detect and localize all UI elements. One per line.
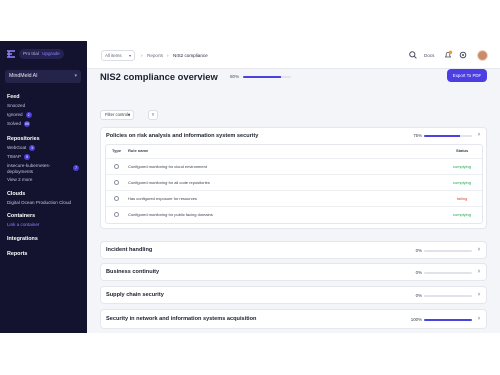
section-card[interactable]: Supply chain security 0% ˅ [100, 286, 487, 304]
col-type: Type [112, 148, 122, 153]
section-progress-bar [424, 250, 472, 252]
breadcrumb-current: NIS2 compliance [173, 53, 208, 58]
count-badge: 5 [24, 154, 31, 160]
status-badge: failing [456, 196, 468, 201]
section-progress-label: 0% [415, 270, 422, 275]
overall-progress-label: 80% [230, 74, 240, 79]
top-bar: All items ▾ › Reports › NIS2 compliance … [87, 41, 500, 69]
search-icon[interactable] [408, 50, 418, 60]
chevron-down-icon[interactable]: ˅ [475, 247, 483, 253]
docs-link[interactable]: Docs [424, 53, 434, 58]
page-title: NIS2 compliance overview [100, 71, 218, 82]
rule-icon [114, 196, 119, 201]
section-progress-label: 100% [410, 317, 422, 322]
bell-icon[interactable] [443, 50, 453, 60]
plan-badge[interactable]: Pro trial Upgrade [19, 49, 64, 59]
chevron-right-icon: › [167, 53, 169, 58]
chevron-down-icon: ▾ [74, 73, 77, 79]
rule-name: Configured monitoring for all code repos… [128, 180, 210, 185]
section-progress-bar [424, 295, 472, 297]
filter-icon[interactable]: ▿ [148, 110, 158, 120]
nav-heading-clouds[interactable]: Clouds [7, 191, 25, 197]
gear-icon[interactable] [458, 50, 468, 60]
nav-item-deployments[interactable]: deployments [7, 169, 33, 174]
rule-name: Configured monitoring for cloud environm… [128, 164, 207, 169]
status-badge: complying [452, 180, 471, 185]
app-window: Pro trial Upgrade MindMeld AI ▾ Feed Sno… [0, 41, 500, 333]
table-row[interactable]: Configured monitoring for all code repos… [106, 174, 482, 190]
count-badge: 2 [25, 112, 32, 118]
sidebar: Pro trial Upgrade MindMeld AI ▾ Feed Sno… [0, 41, 87, 333]
col-rule-name: Rule name [128, 148, 149, 153]
rule-name: Has configured exposure for resources [128, 196, 197, 201]
rule-icon [114, 180, 119, 185]
section-card[interactable]: Security in network and information syst… [100, 309, 487, 329]
nav-heading-reports[interactable]: Reports [7, 251, 27, 257]
link-container-link[interactable]: Link a container [7, 222, 39, 227]
rule-name: Configured monitoring for public facing … [128, 212, 213, 217]
count-badge: 5 [29, 145, 36, 151]
chevron-down-icon[interactable]: ˅ [475, 269, 483, 275]
section-title: Business continuity [106, 269, 160, 275]
chevron-down-icon: ▾ [127, 112, 130, 117]
chevron-down-icon[interactable]: ˅ [475, 292, 483, 298]
workspace-name: MindMeld AI [9, 73, 38, 79]
nav-heading-containers[interactable]: Containers [7, 213, 35, 219]
workspace-selector[interactable]: MindMeld AI ▾ [5, 70, 81, 83]
filter-controls-label: Filter controls [105, 112, 131, 117]
rules-table: Type Rule name Status Configured monitor… [105, 144, 483, 224]
section-card[interactable]: Business continuity 0% ˅ [100, 263, 487, 281]
rule-icon [114, 164, 119, 169]
status-badge: complying [452, 164, 471, 169]
chevron-up-icon[interactable]: ˄ [475, 132, 483, 138]
section-title: Incident handling [106, 247, 153, 253]
nav-item-solved[interactable]: Solved 69 [7, 121, 31, 127]
nav-heading-feed[interactable]: Feed [7, 94, 20, 100]
section-card-expanded: Policies on risk analysis and informatio… [100, 127, 487, 229]
avatar[interactable] [477, 50, 488, 61]
section-progress-label: 75% [413, 133, 422, 138]
section-title: Security in network and information syst… [106, 316, 257, 322]
table-row[interactable]: Has configured exposure for resources fa… [106, 190, 482, 206]
rule-icon [114, 212, 119, 217]
nav-item-snoozed[interactable]: Snoozed [7, 103, 25, 108]
all-items-dropdown[interactable]: All items ▾ [101, 50, 135, 61]
export-pdf-button[interactable]: Export To PDF [447, 69, 487, 82]
section-progress-label: 0% [415, 248, 422, 253]
col-status: Status [456, 148, 469, 153]
nav-heading-repositories[interactable]: Repositories [7, 136, 40, 142]
section-progress-bar [424, 135, 472, 137]
chevron-right-icon: › [141, 53, 143, 58]
chevron-down-icon[interactable]: ˅ [475, 316, 483, 322]
nav-item-insecure-kubernetes[interactable]: insecure-kubernetes- 7 [7, 163, 79, 171]
section-progress-bar [424, 272, 472, 274]
section-title: Supply chain security [106, 292, 164, 298]
section-title[interactable]: Policies on risk analysis and informatio… [106, 133, 258, 139]
filter-controls-dropdown[interactable]: Filter controls ▾ [100, 110, 134, 120]
nav-item-ignored[interactable]: Ignored 2 [7, 112, 32, 118]
nav-item-digital-ocean[interactable]: Digital Ocean Production Cloud [7, 200, 71, 205]
logo-icon[interactable] [6, 49, 16, 59]
section-progress-label: 0% [415, 293, 422, 298]
table-row[interactable]: Configured monitoring for public facing … [106, 206, 482, 222]
table-row[interactable]: Configured monitoring for cloud environm… [106, 158, 482, 174]
all-items-label: All items [105, 53, 122, 58]
status-badge: complying [452, 212, 471, 217]
upgrade-link[interactable]: Upgrade [42, 51, 60, 56]
chevron-down-icon: ▾ [128, 53, 131, 58]
overall-progress-bar [243, 76, 291, 78]
plan-label: Pro trial [23, 51, 39, 56]
breadcrumb-reports[interactable]: Reports [147, 53, 163, 58]
nav-item-timap[interactable]: TIMAP 5 [7, 154, 31, 160]
section-progress-bar [424, 319, 472, 321]
section-card[interactable]: Incident handling 0% ˅ [100, 241, 487, 259]
count-badge: 69 [24, 121, 31, 127]
count-badge: 7 [73, 165, 79, 171]
nav-item-webgoat[interactable]: WebGoat 5 [7, 145, 36, 151]
view-more-link[interactable]: View 2 more [7, 177, 32, 182]
nav-heading-integrations[interactable]: Integrations [7, 236, 38, 242]
